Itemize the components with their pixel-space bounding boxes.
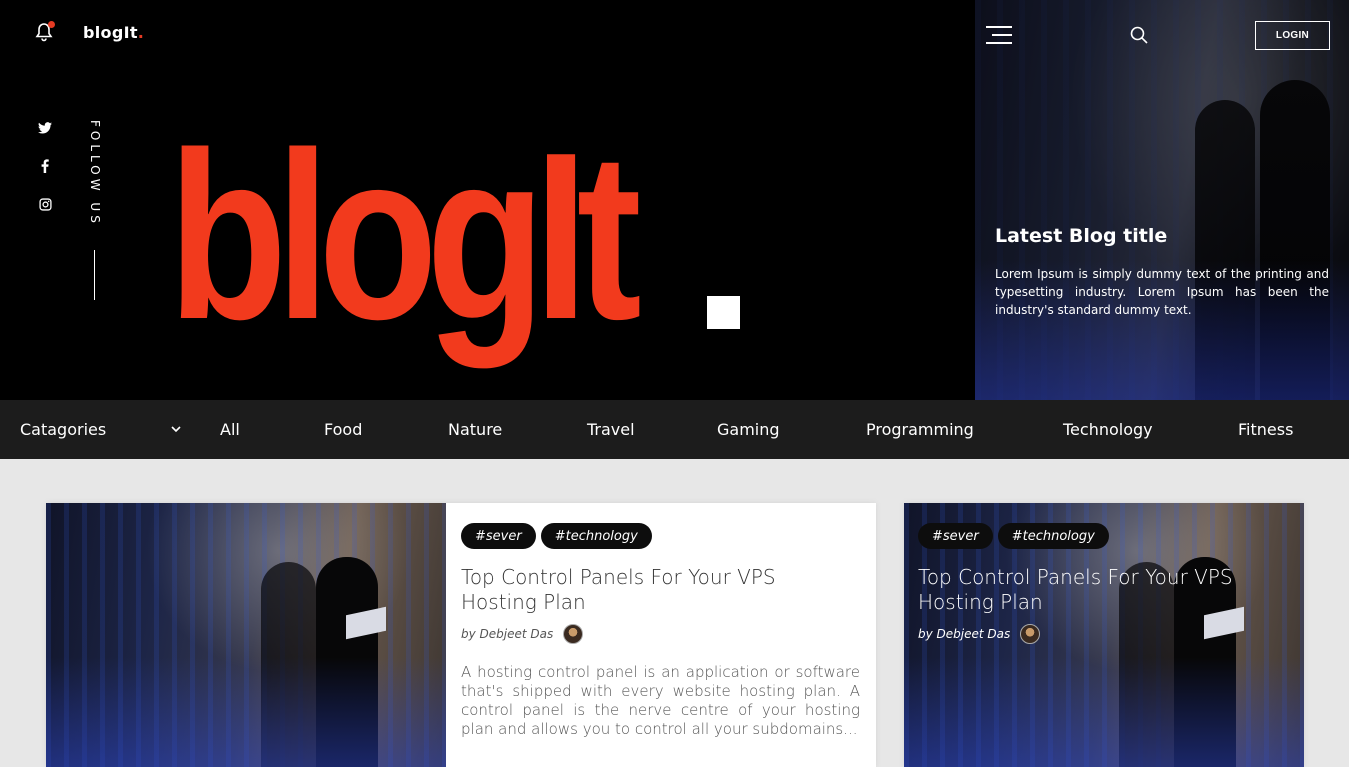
category-travel[interactable]: Travel — [587, 400, 635, 459]
latest-blog-feature[interactable]: Latest Blog title Lorem Ipsum is simply … — [975, 0, 1349, 400]
author-avatar[interactable] — [1020, 624, 1041, 644]
hero-logo-square — [707, 296, 740, 329]
notification-dot — [48, 21, 55, 28]
follow-us-label: FOLLOW US — [88, 120, 102, 227]
post-title[interactable]: Top Control Panels For Your VPS Hosting … — [918, 565, 1278, 615]
tag-technology[interactable]: #technology — [540, 523, 652, 549]
social-links — [37, 120, 53, 212]
post-author[interactable]: by Debjeet Das — [918, 627, 1010, 641]
login-button[interactable]: LOGIN — [1255, 21, 1330, 50]
feature-description: Lorem Ipsum is simply dummy text of the … — [995, 267, 1329, 317]
category-gaming[interactable]: Gaming — [717, 400, 780, 459]
twitter-icon[interactable] — [37, 120, 53, 136]
category-bar: Catagories All Food Nature Travel Gaming… — [0, 400, 1349, 459]
feature-title[interactable]: Latest Blog title — [995, 225, 1167, 247]
search-icon[interactable] — [1130, 26, 1148, 48]
notification-bell-icon[interactable] — [35, 21, 55, 42]
post-author[interactable]: by Debjeet Das — [461, 627, 553, 641]
post-byline: by Debjeet Das — [918, 624, 1041, 644]
feature-overlay — [975, 0, 1349, 400]
post-byline: by Debjeet Das — [461, 624, 584, 644]
category-programming[interactable]: Programming — [866, 400, 974, 459]
instagram-icon[interactable] — [37, 196, 53, 212]
tag-sever[interactable]: #sever — [461, 523, 536, 549]
post-image[interactable] — [46, 503, 446, 767]
hamburger-menu-icon[interactable] — [986, 26, 1012, 44]
post-excerpt: A hosting control panel is an applicatio… — [461, 663, 860, 738]
post-image-figure — [316, 557, 378, 767]
category-nature[interactable]: Nature — [448, 400, 502, 459]
follow-divider — [94, 250, 95, 300]
brand-logo[interactable]: blogIt. — [83, 23, 144, 42]
hero-section: blogIt. FOLLOW US blogIt Latest Blog tit… — [0, 0, 1349, 400]
post-tags: #sever #technology — [461, 523, 652, 549]
post-card[interactable]: #sever #technology Top Control Panels Fo… — [46, 503, 876, 767]
categories-dropdown[interactable]: Catagories — [20, 400, 106, 459]
author-avatar[interactable] — [563, 624, 584, 644]
post-title[interactable]: Top Control Panels For Your VPS Hosting … — [461, 565, 841, 615]
category-fitness[interactable]: Fitness — [1238, 400, 1293, 459]
hero-logo-text: blogIt — [168, 104, 642, 369]
tag-technology[interactable]: #technology — [997, 523, 1109, 549]
chevron-down-icon[interactable] — [170, 423, 182, 435]
category-food[interactable]: Food — [324, 400, 362, 459]
facebook-icon[interactable] — [37, 158, 53, 174]
post-card-overlay[interactable]: #sever #technology Top Control Panels Fo… — [904, 503, 1304, 767]
category-technology[interactable]: Technology — [1063, 400, 1153, 459]
tag-sever[interactable]: #sever — [918, 523, 993, 549]
post-tags: #sever #technology — [918, 523, 1109, 549]
top-left-group: blogIt. — [35, 21, 144, 42]
category-all[interactable]: All — [220, 400, 240, 459]
post-image-figure — [261, 562, 316, 767]
